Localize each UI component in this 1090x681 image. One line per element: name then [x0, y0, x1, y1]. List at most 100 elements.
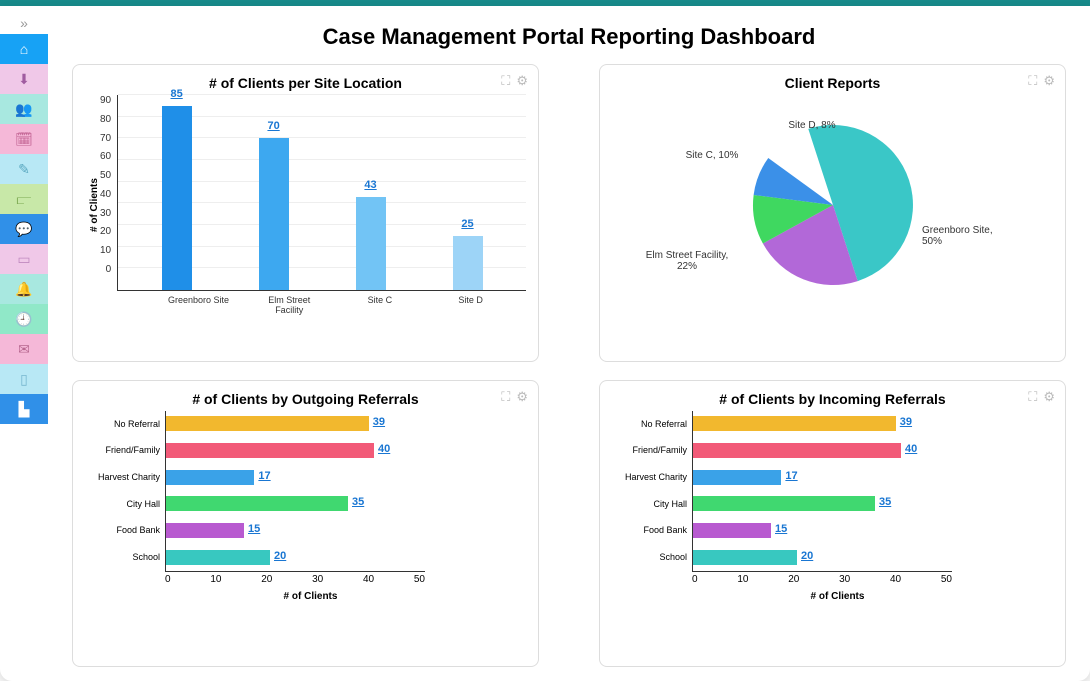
category-label: School — [623, 552, 693, 562]
sidebar-item-calendar[interactable]: 🗓 — [0, 124, 48, 154]
pie-label: Greenboro Site, 50% — [922, 225, 1012, 247]
bar-value-label[interactable]: 39 — [900, 416, 912, 428]
bar-value-label[interactable]: 20 — [274, 550, 286, 562]
card-outgoing-referrals: ⛶ ⚙ # of Clients by Outgoing Referrals N… — [72, 380, 539, 668]
bar-school[interactable]: 20 — [693, 550, 797, 565]
bar-value-label[interactable]: 15 — [775, 523, 787, 535]
sidebar-item-id[interactable]: ▯ — [0, 364, 48, 394]
category-label: No Referral — [96, 419, 166, 429]
x-tick: 20 — [261, 574, 272, 585]
bar-value-label[interactable]: 25 — [461, 218, 473, 230]
x-axis-labels: Greenboro SiteElm Street FacilitySite CS… — [117, 291, 526, 315]
category-label: Harvest Charity — [96, 472, 166, 482]
expand-icon[interactable]: ⛶ — [1028, 73, 1037, 89]
bar-value-label[interactable]: 70 — [267, 120, 279, 132]
bar-value-label[interactable]: 40 — [378, 443, 390, 455]
y-tick: 30 — [100, 208, 111, 219]
y-tick: 40 — [100, 189, 111, 200]
bar-value-label[interactable]: 35 — [879, 496, 891, 508]
category-label: Harvest Charity — [623, 472, 693, 482]
expand-icon[interactable]: ⛶ — [1028, 389, 1037, 405]
card-title: # of Clients per Site Location — [85, 75, 526, 91]
gear-icon[interactable]: ⚙ — [1043, 389, 1055, 405]
sidebar-item-user-check[interactable]: ✎ — [0, 154, 48, 184]
comment-icon: 💬 — [15, 221, 32, 238]
bar-food-bank[interactable]: 15 — [166, 523, 244, 538]
home-icon: ⌂ — [20, 41, 28, 57]
sidebar-item-contacts[interactable]: ▭ — [0, 244, 48, 274]
x-tick: 0 — [165, 574, 171, 585]
sidebar-item-users[interactable]: 👥 — [0, 94, 48, 124]
bar-harvest-charity[interactable]: 17 — [693, 470, 781, 485]
bar-no-referral[interactable]: 39 — [693, 416, 896, 431]
bar-greenboro-site[interactable]: 85 — [162, 106, 192, 290]
expand-icon[interactable]: ⛶ — [501, 389, 510, 405]
bar-value-label[interactable]: 17 — [785, 470, 797, 482]
contacts-icon: ▭ — [17, 251, 30, 268]
sidebar-expand-toggle[interactable]: » — [0, 12, 48, 34]
sidebar-item-chart[interactable]: ⫍ — [0, 184, 48, 214]
sidebar-item-bell[interactable]: 🔔 — [0, 274, 48, 304]
x-tick: 20 — [788, 574, 799, 585]
y-tick: 10 — [100, 245, 111, 256]
bar-city-hall[interactable]: 35 — [693, 496, 875, 511]
category-label: Food Bank — [623, 525, 693, 535]
bar-plot-area: No Referral39Friend/Family40Harvest Char… — [692, 411, 1053, 571]
x-axis-label: # of Clients — [95, 591, 526, 602]
y-tick: 70 — [100, 133, 111, 144]
sidebar-item-download[interactable]: ⬇ — [0, 64, 48, 94]
sidebar: » ⌂ ⬇ 👥🗓 ✎ ⫍ 💬 ▭ 🔔 🕘✉ ▯ ▙ — [0, 6, 48, 681]
x-tick: 30 — [312, 574, 323, 585]
sidebar-item-sitemap[interactable]: ▙ — [0, 394, 48, 424]
y-tick: 50 — [100, 170, 111, 181]
bar-value-label[interactable]: 43 — [364, 179, 376, 191]
gear-icon[interactable]: ⚙ — [1043, 73, 1055, 89]
x-tick: 50 — [941, 574, 952, 585]
sidebar-item-mail[interactable]: ✉ — [0, 334, 48, 364]
y-axis-ticks: 9080706050403020100 — [100, 95, 117, 275]
y-tick: 0 — [100, 264, 111, 275]
bar-site-c[interactable]: 43 — [356, 197, 386, 290]
x-tick: 40 — [363, 574, 374, 585]
user-check-icon: ✎ — [18, 161, 30, 178]
bar-value-label[interactable]: 35 — [352, 496, 364, 508]
bar-value-label[interactable]: 15 — [248, 523, 260, 535]
bar-friend-family[interactable]: 40 — [166, 443, 374, 458]
bell-icon: 🔔 — [15, 281, 32, 298]
expand-icon[interactable]: ⛶ — [501, 73, 510, 89]
x-axis-ticks: 01020304050 — [165, 571, 425, 585]
x-tick: Elm Street Facility — [254, 295, 324, 315]
dashboard-grid: ⛶ ⚙ # of Clients per Site Location # of … — [72, 64, 1066, 667]
card-title: Client Reports — [612, 75, 1053, 91]
bar-harvest-charity[interactable]: 17 — [166, 470, 254, 485]
bar-no-referral[interactable]: 39 — [166, 416, 369, 431]
main-content: Case Management Portal Reporting Dashboa… — [48, 6, 1090, 681]
bar-city-hall[interactable]: 35 — [166, 496, 348, 511]
gear-icon[interactable]: ⚙ — [516, 73, 528, 89]
download-icon: ⬇ — [18, 71, 30, 88]
bar-elm-street-facility[interactable]: 70 — [259, 138, 289, 290]
bar-friend-family[interactable]: 40 — [693, 443, 901, 458]
app-shell: » ⌂ ⬇ 👥🗓 ✎ ⫍ 💬 ▭ 🔔 🕘✉ ▯ ▙ Case Management Portal R… — [0, 6, 1090, 681]
pie-label: Elm Street Facility, 22% — [642, 250, 732, 272]
bar-value-label[interactable]: 85 — [170, 88, 182, 100]
x-tick: Site C — [345, 295, 415, 315]
y-tick: 20 — [100, 226, 111, 237]
pie-label: Site D, 8% — [767, 120, 857, 131]
bar-value-label[interactable]: 20 — [801, 550, 813, 562]
gear-icon[interactable]: ⚙ — [516, 389, 528, 405]
category-label: No Referral — [623, 419, 693, 429]
sidebar-item-home[interactable]: ⌂ — [0, 34, 48, 64]
bar-school[interactable]: 20 — [166, 550, 270, 565]
bar-value-label[interactable]: 40 — [905, 443, 917, 455]
sidebar-item-comment[interactable]: 💬 — [0, 214, 48, 244]
bar-site-d[interactable]: 25 — [453, 236, 483, 290]
id-icon: ▯ — [20, 371, 28, 388]
y-tick: 60 — [100, 151, 111, 162]
x-axis-label: # of Clients — [622, 591, 1053, 602]
sidebar-item-clock[interactable]: 🕘 — [0, 304, 48, 334]
card-title: # of Clients by Outgoing Referrals — [85, 391, 526, 407]
bar-food-bank[interactable]: 15 — [693, 523, 771, 538]
bar-value-label[interactable]: 39 — [373, 416, 385, 428]
bar-value-label[interactable]: 17 — [258, 470, 270, 482]
